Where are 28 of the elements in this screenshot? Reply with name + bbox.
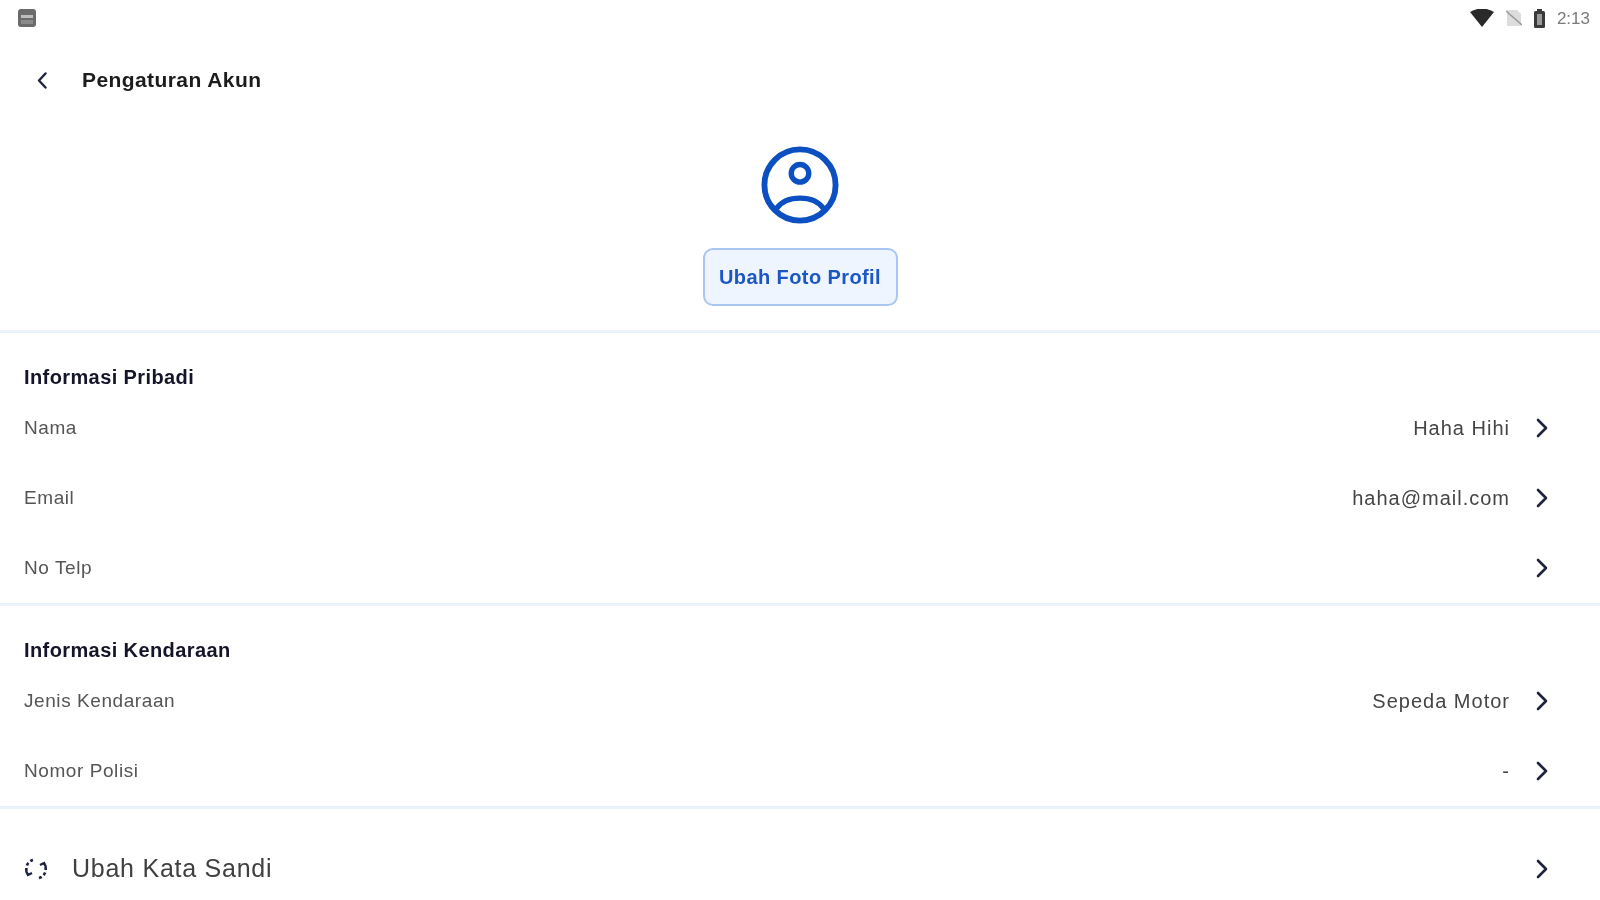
- section-title: Informasi Pribadi: [24, 365, 195, 389]
- field-value: Sepeda Motor: [1372, 689, 1510, 714]
- page-title: Pengaturan Akun: [82, 67, 262, 94]
- field-value: -: [1502, 759, 1510, 784]
- chevron-right-icon[interactable]: [1536, 488, 1548, 508]
- field-value: haha@mail.com: [1352, 486, 1510, 511]
- no-sim-icon: [1505, 9, 1522, 27]
- change-photo-button[interactable]: Ubah Foto Profil: [702, 248, 898, 306]
- field-label: Nomor Polisi: [24, 758, 139, 783]
- field-value: Haha Hihi: [1413, 416, 1510, 441]
- cycle-arrows-icon: [24, 857, 48, 881]
- field-label: Jenis Kendaraan: [24, 688, 176, 713]
- status-time: 2:13: [1556, 9, 1590, 27]
- chevron-right-icon[interactable]: [1536, 418, 1548, 438]
- wifi-icon: [1469, 9, 1494, 27]
- menu-item[interactable]: Ubah Kata Sandi: [0, 839, 1600, 899]
- back-chevron-icon: [37, 71, 47, 89]
- chevron-right-icon[interactable]: [1536, 558, 1548, 578]
- user-circle-icon: [761, 146, 839, 224]
- field-label: Nama: [24, 415, 77, 440]
- field-label: No Telp: [24, 555, 93, 580]
- battery-icon: [1533, 8, 1545, 28]
- field-label: Email: [24, 485, 75, 510]
- chevron-right-icon[interactable]: [1536, 761, 1548, 781]
- section-title: Informasi Kendaraan: [24, 638, 231, 662]
- chevron-right-icon[interactable]: [1536, 691, 1548, 711]
- notification-icon: [18, 9, 36, 27]
- chevron-right-icon[interactable]: [1536, 859, 1548, 879]
